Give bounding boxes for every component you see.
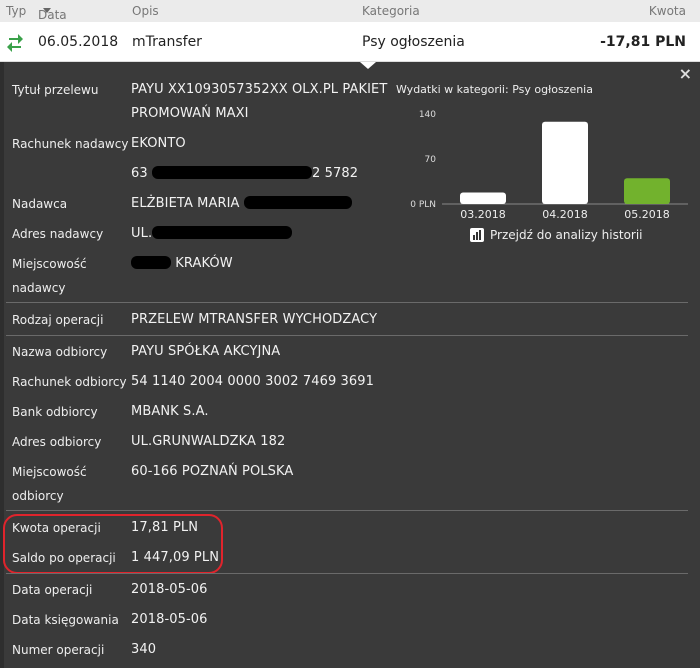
transfer-arrows-icon	[7, 34, 23, 52]
adres-nadawcy-value: UL.	[131, 222, 293, 246]
divider	[6, 335, 688, 336]
history-analysis-label: Przejdź do analizy historii	[490, 228, 643, 242]
category-spending-chart: 0 PLN 70 140 03.2018 04.2018 05.2018	[410, 110, 688, 221]
tytul-value-line2: PROMOWAŃ MAXI	[131, 106, 249, 121]
chart-bar	[460, 192, 506, 204]
header-opis[interactable]: Opis	[132, 4, 159, 18]
redaction-mask	[152, 226, 293, 239]
rachunek-nadawcy-line1: EKONTO	[131, 136, 186, 151]
transaction-description: mTransfer	[132, 34, 202, 50]
tytul-value-line1: PAYU XX1093057352XX OLX.PL PAKIET	[131, 82, 388, 97]
chart-bar	[624, 178, 670, 204]
nazwa-odbiorcy-label: Nazwa odbiorcy	[12, 345, 108, 359]
x-tick-label: 03.2018	[460, 208, 506, 221]
list-header: Typ Data Opis Kategoria Kwota	[0, 0, 700, 22]
transaction-row[interactable]: 06.05.2018 mTransfer Psy ogłoszenia -17,…	[0, 22, 700, 62]
panel-notch	[360, 62, 376, 69]
x-tick-label: 05.2018	[624, 208, 670, 221]
miejscowosc-nadawcy-label: Miejscowość	[12, 257, 87, 271]
header-typ[interactable]: Typ	[6, 4, 26, 18]
data-ksiegowania-value: 2018-05-06	[131, 612, 208, 627]
y-tick-label: 140	[419, 110, 436, 120]
adres-nadawcy-label: Adres nadawcy	[12, 227, 104, 241]
nadawca-label: Nadawca	[12, 197, 68, 211]
data-operacji-label: Data operacji	[12, 583, 93, 597]
miejscowosc-odbiorcy-label-2: odbiorcy	[12, 489, 64, 503]
rachunek-nadawcy-prefix: 63	[131, 166, 148, 181]
close-icon[interactable]: ×	[679, 64, 692, 83]
divider	[6, 510, 688, 511]
nadawca-text: ELŻBIETA MARIA	[131, 196, 240, 211]
history-analysis-link[interactable]: Przejdź do analizy historii	[470, 228, 643, 242]
tytul-label: Tytuł przelewu	[12, 83, 99, 97]
rachunek-nadawcy-number: 63 2 5782	[131, 162, 358, 186]
nazwa-odbiorcy-value: PAYU SPÓŁKA AKCYJNA	[131, 344, 281, 359]
divider	[6, 302, 688, 303]
rachunek-nadawcy-suffix: 2 5782	[311, 166, 359, 181]
redaction-mask	[243, 196, 352, 209]
chart-bar	[542, 121, 588, 204]
rachunek-odbiorcy-label: Rachunek odbiorcy	[12, 375, 127, 389]
rodzaj-value: PRZELEW MTRANSFER WYCHODZACY	[131, 312, 378, 327]
header-kwota[interactable]: Kwota	[649, 4, 686, 18]
data-ksiegowania-label: Data księgowania	[12, 613, 119, 627]
miejscowosc-nadawcy-text: KRAKÓW	[175, 256, 233, 271]
transaction-category[interactable]: Psy ogłoszenia	[348, 22, 528, 62]
miejscowosc-odbiorcy-label: Miejscowość	[12, 465, 87, 479]
bank-odbiorcy-value: MBANK S.A.	[131, 404, 209, 419]
bar-chart-icon	[470, 228, 484, 242]
divider	[6, 573, 688, 574]
miejscowosc-odbiorcy-value: 60-166 POZNAŃ POLSKA	[131, 464, 294, 479]
redaction-mask	[131, 256, 171, 269]
data-operacji-value: 2018-05-06	[131, 582, 208, 597]
highlight-circle	[3, 514, 223, 574]
chart-title: Wydatki w kategorii: Psy ogłoszenia	[396, 83, 593, 96]
adres-odbiorcy-label: Adres odbiorcy	[12, 435, 102, 449]
nadawca-value: ELŻBIETA MARIA	[131, 192, 352, 216]
bank-odbiorcy-label: Bank odbiorcy	[12, 405, 98, 419]
rodzaj-label: Rodzaj operacji	[12, 313, 104, 327]
rachunek-nadawcy-label: Rachunek nadawcy	[12, 137, 129, 151]
x-tick-label: 04.2018	[542, 208, 588, 221]
miejscowosc-nadawcy-value: KRAKÓW	[131, 252, 233, 276]
adres-nadawcy-text: UL.	[131, 226, 153, 241]
redaction-mask	[151, 166, 312, 179]
y-tick-label: 70	[425, 155, 437, 165]
transaction-date: 06.05.2018	[38, 34, 119, 50]
adres-odbiorcy-value: UL.GRUNWALDZKA 182	[131, 434, 286, 449]
transaction-amount: -17,81 PLN	[600, 34, 686, 50]
miejscowosc-nadawcy-label-2: nadawcy	[12, 281, 66, 295]
numer-operacji-value: 340	[131, 642, 157, 657]
numer-operacji-label: Numer operacji	[12, 643, 105, 657]
sort-caret-icon	[43, 8, 51, 13]
rachunek-odbiorcy-value: 54 1140 2004 0000 3002 7469 3691	[131, 374, 375, 389]
header-kategoria[interactable]: Kategoria	[362, 4, 420, 18]
y-tick-label: 0 PLN	[410, 200, 436, 210]
